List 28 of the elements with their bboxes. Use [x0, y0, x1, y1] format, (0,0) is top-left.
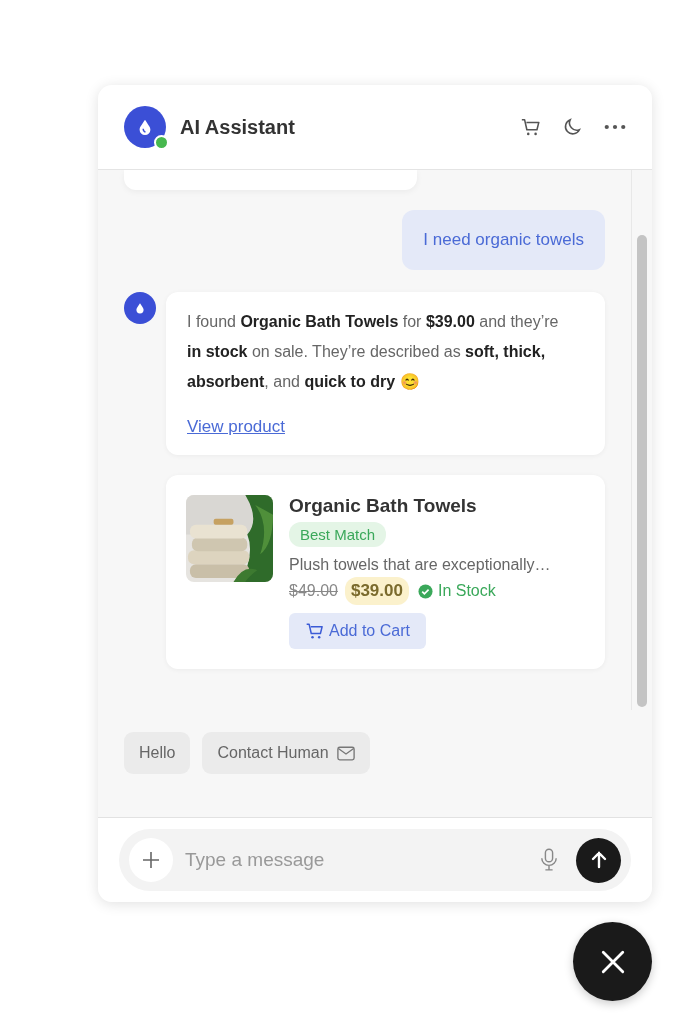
view-product-link[interactable]: View product	[187, 417, 285, 437]
cart-icon	[305, 621, 325, 641]
add-to-cart-button[interactable]: Add to Cart	[289, 613, 426, 649]
product-description: Plush towels that are exceptionally…	[289, 556, 551, 574]
stock-status: In Stock	[437, 582, 496, 600]
user-message: I need organic towels	[402, 210, 605, 270]
more-icon[interactable]	[604, 123, 626, 131]
scrollbar-thumb[interactable]	[637, 235, 647, 707]
best-match-badge: Best Match	[289, 522, 387, 547]
message-input-field[interactable]: Type a message	[183, 848, 530, 872]
original-price: $49.00	[289, 582, 338, 600]
window-title: AI Assistant	[180, 115, 295, 139]
water-drop-icon	[134, 302, 146, 314]
quick-reply-button[interactable]: Contact Human	[202, 732, 370, 774]
assistant-message: I found Organic Bath Towels for $39.00 and they’re in stock on sale. They’re described as soft, thick, absorbent, and quick to dry 😊	[187, 312, 560, 392]
sale-price: $39.00	[344, 577, 409, 605]
cart-icon[interactable]	[520, 116, 542, 138]
plus-icon	[141, 850, 161, 870]
quick-reply-button[interactable]: Hello	[124, 732, 191, 774]
mail-icon	[336, 745, 355, 761]
product-name: Organic Bath Towels	[289, 495, 477, 517]
microphone-icon[interactable]	[540, 848, 558, 872]
close-icon	[599, 948, 626, 975]
attach-button[interactable]	[129, 838, 173, 882]
close-button[interactable]	[573, 922, 652, 1001]
scrollbar[interactable]	[631, 170, 652, 710]
message-input-bar[interactable]: Type a message	[119, 829, 631, 891]
send-button[interactable]	[576, 837, 621, 883]
